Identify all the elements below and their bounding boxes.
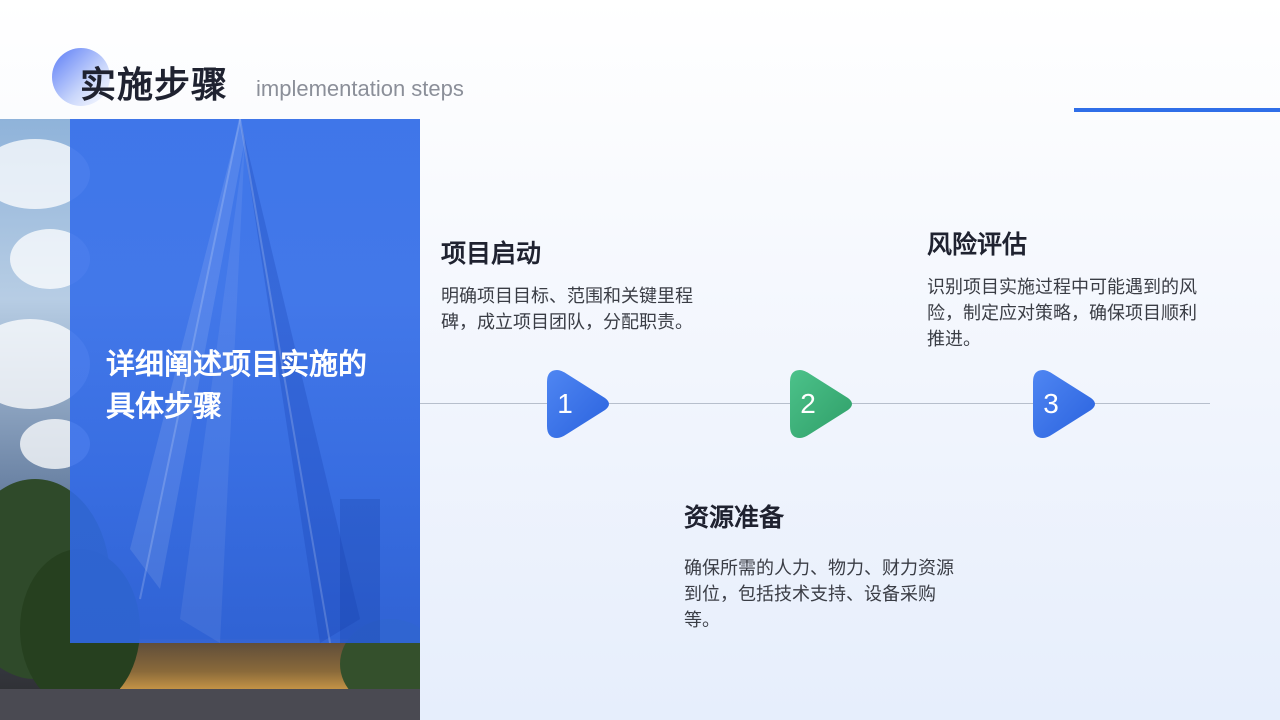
- hero-overlay: 详细阐述项目实施的 具体步骤: [70, 119, 420, 643]
- hero-text-line-2: 具体步骤: [106, 389, 223, 423]
- step-number-1: 1: [557, 388, 573, 419]
- hero-text: 详细阐述项目实施的 具体步骤: [106, 343, 406, 427]
- step-2-title: 资源准备: [684, 503, 785, 532]
- step-3-description: 识别项目实施过程中可能遇到的风险，制定应对策略，确保项目顺利推进。: [927, 277, 1197, 350]
- header-accent-line: [1074, 108, 1280, 112]
- step-marker-2: 2: [788, 368, 858, 440]
- step-3-title: 风险评估: [927, 230, 1028, 259]
- step-1: 项目启动 明确项目目标、范围和关键里程碑，成立项目团队，分配职责。: [441, 234, 711, 336]
- step-1-title: 项目启动: [441, 239, 542, 268]
- slide-subtitle: implementation steps: [256, 76, 464, 101]
- step-3: 风险评估 识别项目实施过程中可能遇到的风险，制定应对策略，确保项目顺利推进。: [927, 225, 1197, 353]
- slide-title: 实施步骤: [80, 65, 229, 106]
- step-number-3: 3: [1043, 388, 1059, 419]
- hero-text-line-1: 详细阐述项目实施的: [106, 347, 368, 381]
- step-2: 资源准备 确保所需的人力、物力、财力资源到位，包括技术支持、设备采购等。: [684, 498, 954, 634]
- step-number-2: 2: [800, 388, 816, 419]
- step-marker-3: 3: [1031, 368, 1101, 440]
- slide-header: 实施步骤 implementation steps: [52, 48, 572, 108]
- step-marker-1: 1: [545, 368, 615, 440]
- step-2-description: 确保所需的人力、物力、财力资源到位，包括技术支持、设备采购等。: [684, 558, 954, 631]
- step-1-description: 明确项目目标、范围和关键里程碑，成立项目团队，分配职责。: [441, 286, 693, 333]
